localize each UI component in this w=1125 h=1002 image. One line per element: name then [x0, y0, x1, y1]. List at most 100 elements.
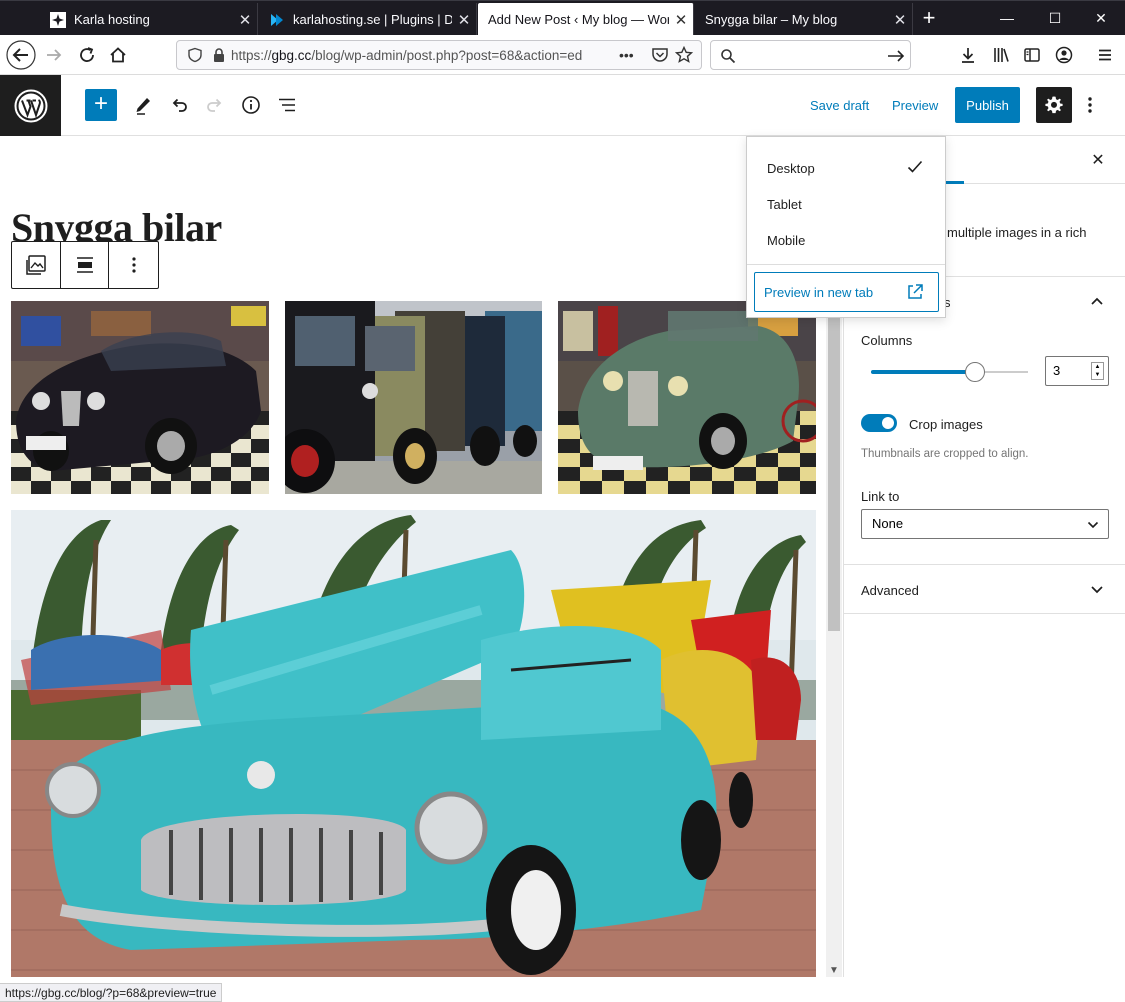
- publish-button[interactable]: Publish: [955, 87, 1020, 123]
- gallery-image-3[interactable]: [558, 301, 816, 494]
- block-options-button[interactable]: [109, 242, 158, 288]
- bookmark-star-icon[interactable]: [675, 46, 693, 64]
- preview-dropdown-menu: Desktop Tablet Mobile Preview in new tab: [746, 136, 946, 318]
- undo-button[interactable]: [163, 89, 195, 121]
- reload-button[interactable]: [71, 39, 103, 71]
- browser-tab-karla-hosting[interactable]: Karla hosting ✕: [40, 3, 258, 36]
- browser-status-bar: https://gbg.cc/blog/?p=68&preview=true: [0, 983, 223, 1002]
- library-icon: [994, 48, 1009, 62]
- link-to-label: Link to: [861, 489, 900, 504]
- tab-title: Karla hosting: [74, 12, 150, 27]
- gallery-block-type-button[interactable]: [12, 242, 61, 288]
- menu-divider: [747, 264, 945, 265]
- url-bar[interactable]: https://gbg.cc/blog/wp-admin/post.php?po…: [176, 40, 702, 70]
- chevron-up-icon: [1091, 297, 1103, 305]
- tools-button[interactable]: [127, 89, 159, 121]
- close-tab-icon[interactable]: ✕: [233, 11, 257, 29]
- columns-slider-handle[interactable]: [965, 362, 985, 382]
- wordpress-logo-button[interactable]: [0, 75, 61, 136]
- sidebar-icon: [1024, 48, 1040, 62]
- add-block-button[interactable]: +: [85, 89, 117, 121]
- advanced-panel-header[interactable]: Advanced: [844, 564, 1125, 614]
- details-button[interactable]: [235, 89, 267, 121]
- back-button[interactable]: [5, 39, 37, 71]
- number-spinner-icon[interactable]: ▲ ▼: [1091, 362, 1104, 380]
- pocket-icon[interactable]: [651, 46, 669, 64]
- scroll-down-arrow-icon[interactable]: ▼: [826, 963, 842, 977]
- options-button[interactable]: [1078, 89, 1102, 121]
- list-view-button[interactable]: [271, 89, 303, 121]
- library-button[interactable]: [985, 39, 1017, 71]
- editor-header: + Save draft Preview Publish: [0, 75, 1125, 136]
- settings-button[interactable]: [1036, 87, 1072, 123]
- minimize-icon[interactable]: —: [982, 3, 1032, 36]
- search-icon: [721, 49, 736, 64]
- info-icon: [242, 96, 260, 114]
- chevron-down-icon: [1091, 586, 1103, 594]
- align-button[interactable]: [61, 242, 110, 288]
- preview-button[interactable]: Preview: [892, 98, 938, 113]
- gallery-image-4[interactable]: [11, 510, 816, 977]
- editor-canvas[interactable]: Snygga bilar ▼: [0, 137, 843, 977]
- browser-tab-snygga-bilar[interactable]: Snygga bilar – My blog ✕: [695, 3, 913, 36]
- chevron-down-icon: [1087, 521, 1099, 529]
- maximize-icon[interactable]: ☐: [1030, 3, 1080, 36]
- close-window-icon[interactable]: ✕: [1076, 3, 1125, 36]
- link-to-value: None: [872, 516, 904, 531]
- browser-tab-strip: Karla hosting ✕ karlahosting.se | Plugin…: [0, 0, 1125, 36]
- editor-scrollbar[interactable]: ▼: [826, 301, 842, 977]
- close-tab-icon[interactable]: ✕: [669, 11, 693, 29]
- link-to-select[interactable]: None: [861, 509, 1109, 539]
- home-icon: [110, 47, 126, 63]
- forward-button[interactable]: [38, 39, 70, 71]
- redo-icon: [207, 98, 222, 112]
- account-button[interactable]: [1048, 39, 1080, 71]
- gallery-image-1[interactable]: [11, 301, 269, 494]
- preview-in-new-tab-button[interactable]: Preview in new tab: [754, 272, 939, 312]
- close-settings-icon[interactable]: ✕: [1086, 149, 1110, 173]
- list-view-icon: [279, 98, 295, 112]
- external-link-icon: [908, 284, 923, 299]
- browser-tab-add-new-post[interactable]: Add New Post ‹ My blog — Word ✕: [478, 3, 694, 36]
- crop-images-toggle[interactable]: [861, 414, 897, 432]
- block-toolbar: [11, 241, 159, 289]
- sidebar-toggle-button[interactable]: [1016, 39, 1048, 71]
- hamburger-menu-icon: [1099, 49, 1111, 61]
- preview-new-tab-label: Preview in new tab: [764, 284, 874, 300]
- vertical-ellipsis-icon: [132, 257, 136, 273]
- more-actions-icon[interactable]: •••: [619, 47, 645, 63]
- scrollbar-thumb[interactable]: [828, 301, 840, 631]
- checkmark-icon: [907, 160, 923, 173]
- preview-desktop-item[interactable]: Desktop: [767, 161, 815, 176]
- columns-number-input[interactable]: 3 ▲ ▼: [1045, 356, 1109, 386]
- tab-title: Snygga bilar – My blog: [705, 12, 838, 27]
- gallery-image-2[interactable]: [285, 301, 542, 494]
- gear-icon: [1045, 96, 1063, 114]
- undo-icon: [172, 98, 187, 112]
- plugin-favicon-icon: [269, 12, 285, 28]
- download-icon: [962, 48, 974, 63]
- align-wide-icon: [76, 257, 93, 273]
- forward-arrow-icon: [47, 49, 62, 61]
- menu-button[interactable]: [1089, 39, 1121, 71]
- publish-label: Publish: [966, 97, 1009, 113]
- downloads-button[interactable]: [952, 39, 984, 71]
- pencil-icon: [136, 98, 150, 115]
- tab-title: Add New Post ‹ My blog — Word: [488, 12, 669, 27]
- save-draft-button[interactable]: Save draft: [810, 98, 869, 113]
- crop-images-label: Crop images: [909, 417, 983, 432]
- lock-icon: [214, 48, 224, 62]
- search-input[interactable]: [710, 40, 911, 70]
- redo-button[interactable]: [199, 89, 231, 121]
- close-tab-icon[interactable]: ✕: [888, 11, 912, 29]
- tab-title: karlahosting.se | Plugins | Dire: [293, 12, 452, 27]
- new-tab-button[interactable]: +: [914, 3, 944, 36]
- preview-mobile-item[interactable]: Mobile: [767, 233, 805, 248]
- browser-tab-plugins[interactable]: karlahosting.se | Plugins | Dire ✕: [259, 3, 477, 36]
- go-arrow-icon: [888, 50, 905, 62]
- browser-nav-bar: https://gbg.cc/blog/wp-admin/post.php?po…: [0, 35, 1125, 75]
- advanced-label: Advanced: [861, 583, 919, 598]
- close-tab-icon[interactable]: ✕: [452, 11, 476, 29]
- home-button[interactable]: [102, 39, 134, 71]
- preview-tablet-item[interactable]: Tablet: [767, 197, 802, 212]
